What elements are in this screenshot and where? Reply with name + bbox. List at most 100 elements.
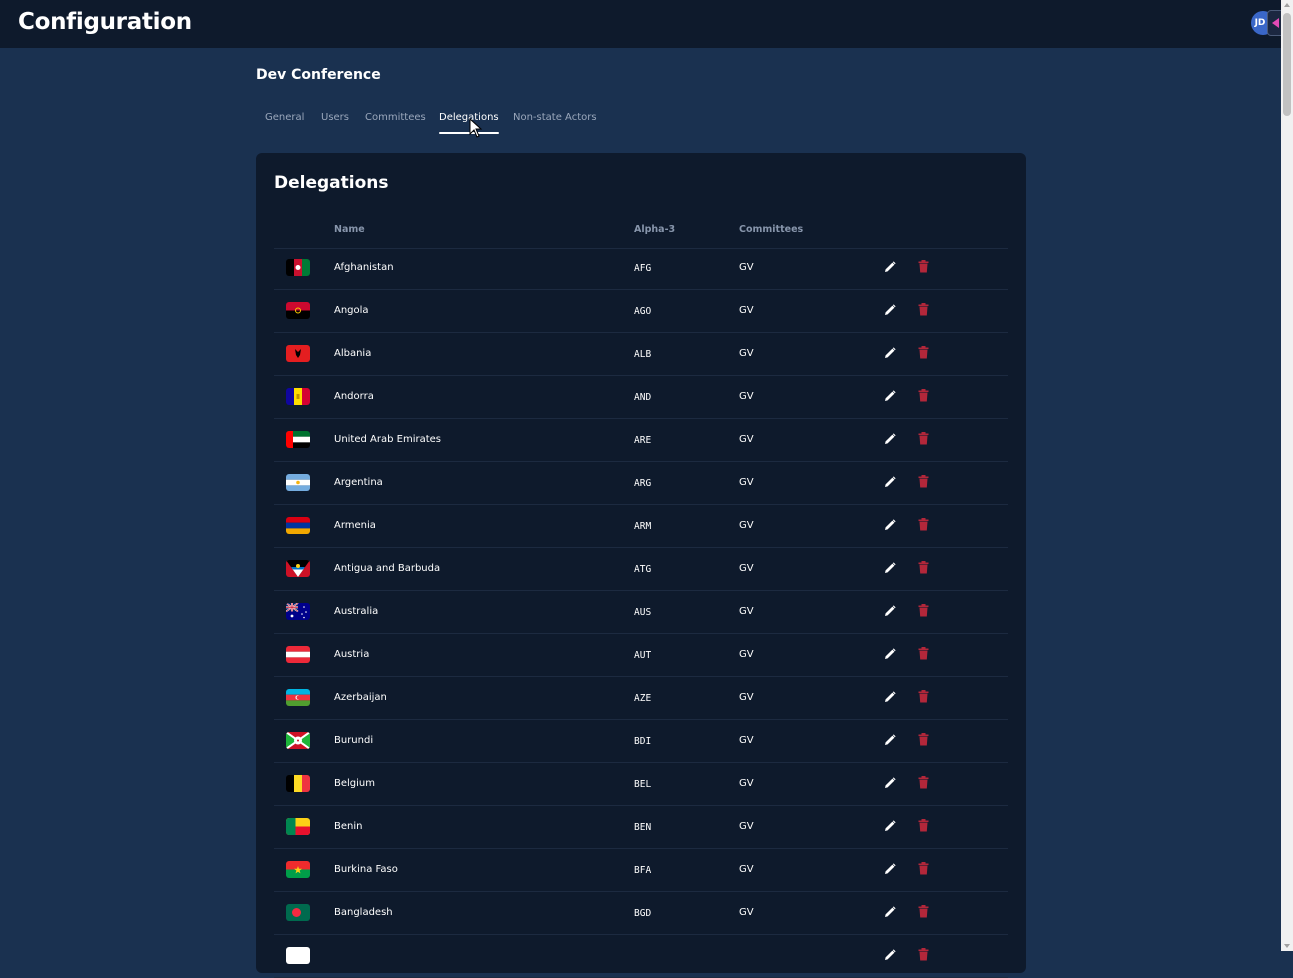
trash-icon[interactable]	[918, 561, 929, 574]
delegation-committees: GV	[739, 563, 754, 574]
table-row[interactable]: Burundi BDI GV	[274, 720, 1008, 763]
table-row[interactable]: United Arab Emirates ARE GV	[274, 419, 1008, 462]
delegation-name: Armenia	[334, 520, 376, 531]
flag-icon	[286, 560, 310, 577]
table-row[interactable]: Benin BEN GV	[274, 806, 1008, 849]
flag-icon	[286, 517, 310, 534]
pencil-icon[interactable]	[884, 691, 896, 703]
delegation-committees: GV	[739, 864, 754, 875]
table-row[interactable]: Azerbaijan AZE GV	[274, 677, 1008, 720]
delegation-alpha3: BGD	[634, 908, 652, 919]
pencil-icon[interactable]	[884, 433, 896, 445]
table-row[interactable]: Angola AGO GV	[274, 290, 1008, 333]
pencil-icon[interactable]	[884, 476, 896, 488]
flag-icon	[286, 818, 310, 835]
trash-icon[interactable]	[918, 905, 929, 918]
delegations-card: Delegations Name Alpha-3 Committees Afgh…	[256, 153, 1026, 978]
pencil-icon[interactable]	[884, 261, 896, 273]
trash-icon[interactable]	[918, 604, 929, 617]
pencil-icon[interactable]	[884, 347, 896, 359]
pencil-icon[interactable]	[884, 906, 896, 918]
pencil-icon[interactable]	[884, 648, 896, 660]
scroll-down-arrow-icon[interactable]	[1284, 944, 1290, 948]
trash-icon[interactable]	[918, 948, 929, 961]
scroll-thumb[interactable]	[1283, 13, 1291, 116]
flag-icon	[286, 259, 310, 276]
conference-name: Dev Conference	[256, 67, 381, 83]
table-row[interactable]	[274, 935, 1008, 978]
tab-committees[interactable]: Committees	[365, 112, 426, 123]
scrollbar[interactable]	[1281, 0, 1293, 951]
table-row[interactable]: Albania ALB GV	[274, 333, 1008, 376]
column-header-alpha3[interactable]: Alpha-3	[634, 224, 675, 235]
table-row[interactable]: Australia AUS GV	[274, 591, 1008, 634]
table-row[interactable]: Armenia ARM GV	[274, 505, 1008, 548]
mouse-cursor-icon	[469, 118, 483, 138]
pencil-icon[interactable]	[884, 777, 896, 789]
tab-non-state-actors[interactable]: Non-state Actors	[513, 112, 597, 123]
table-row[interactable]: Bangladesh BGD GV	[274, 892, 1008, 935]
column-header-name[interactable]: Name	[334, 224, 365, 235]
delegation-committees: GV	[739, 735, 754, 746]
delegation-committees: GV	[739, 477, 754, 488]
delegation-name: Antigua and Barbuda	[334, 563, 441, 574]
delegation-name: Burundi	[334, 735, 374, 746]
app-title: Configuration	[18, 9, 192, 35]
delegation-alpha3: AZE	[634, 693, 652, 704]
table-row[interactable]: Burkina Faso BFA GV	[274, 849, 1008, 892]
pencil-icon[interactable]	[884, 605, 896, 617]
flag-icon	[286, 732, 310, 749]
table-row[interactable]: Argentina ARG GV	[274, 462, 1008, 505]
pencil-icon[interactable]	[884, 863, 896, 875]
table-row[interactable]: Belgium BEL GV	[274, 763, 1008, 806]
delegation-committees: GV	[739, 391, 754, 402]
delegation-name: Belgium	[334, 778, 375, 789]
trash-icon[interactable]	[918, 260, 929, 273]
table-row[interactable]: Afghanistan AFG GV	[274, 247, 1008, 290]
column-header-committees[interactable]: Committees	[739, 224, 803, 235]
trash-icon[interactable]	[918, 776, 929, 789]
pencil-icon[interactable]	[884, 519, 896, 531]
table-row[interactable]: Antigua and Barbuda ATG GV	[274, 548, 1008, 591]
trash-icon[interactable]	[918, 389, 929, 402]
tab-users[interactable]: Users	[321, 112, 349, 123]
table-row[interactable]: Andorra AND GV	[274, 376, 1008, 419]
trash-icon[interactable]	[918, 303, 929, 316]
trash-icon[interactable]	[918, 475, 929, 488]
trash-icon[interactable]	[918, 432, 929, 445]
trash-icon[interactable]	[918, 647, 929, 660]
pencil-icon[interactable]	[884, 820, 896, 832]
trash-icon[interactable]	[918, 862, 929, 875]
delegation-alpha3: ALB	[634, 349, 652, 360]
delegation-committees: GV	[739, 649, 754, 660]
delegation-alpha3: AND	[634, 392, 652, 403]
flag-icon	[286, 689, 310, 706]
table-row[interactable]: Austria AUT GV	[274, 634, 1008, 677]
pencil-icon[interactable]	[884, 562, 896, 574]
flag-icon	[286, 603, 310, 620]
flag-icon	[286, 947, 310, 964]
flag-icon	[286, 345, 310, 362]
flag-icon	[286, 474, 310, 491]
delegation-name: Azerbaijan	[334, 692, 387, 703]
flag-icon	[286, 302, 310, 319]
pencil-icon[interactable]	[884, 390, 896, 402]
delegation-alpha3: ARM	[634, 521, 652, 532]
trash-icon[interactable]	[918, 518, 929, 531]
trash-icon[interactable]	[918, 346, 929, 359]
trash-icon[interactable]	[918, 733, 929, 746]
pencil-icon[interactable]	[884, 734, 896, 746]
pencil-icon[interactable]	[884, 304, 896, 316]
scroll-up-arrow-icon[interactable]	[1284, 3, 1290, 7]
flag-icon	[286, 646, 310, 663]
delegation-alpha3: AGO	[634, 306, 652, 317]
delegation-name: Benin	[334, 821, 363, 832]
trash-icon[interactable]	[918, 819, 929, 832]
flag-icon	[286, 904, 310, 921]
tab-general[interactable]: General	[265, 112, 304, 123]
delegation-name: Afghanistan	[334, 262, 394, 273]
delegation-alpha3: BEN	[634, 822, 652, 833]
trash-icon[interactable]	[918, 690, 929, 703]
top-bar: Configuration JD	[0, 0, 1285, 48]
delegation-alpha3: AUS	[634, 607, 652, 618]
